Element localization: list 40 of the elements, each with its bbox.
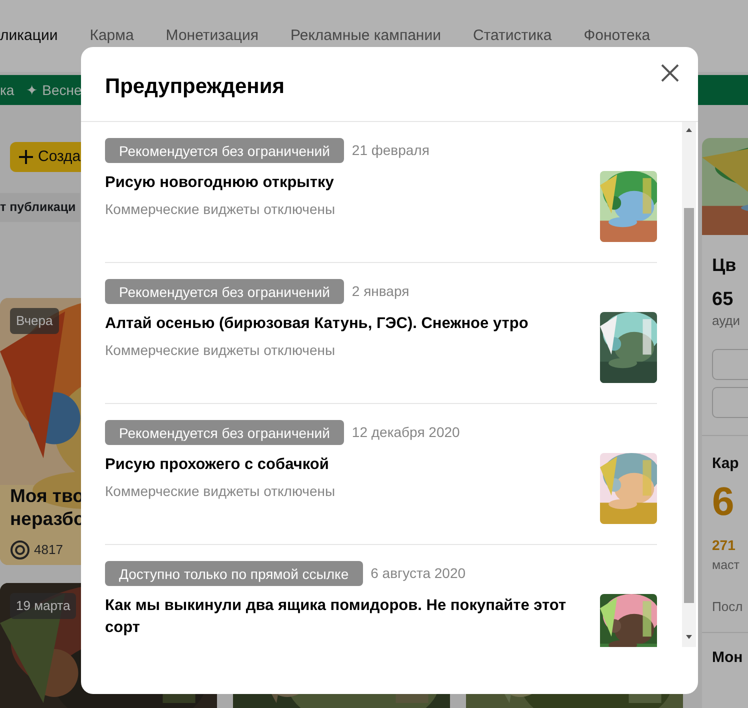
audience-count: 65	[712, 289, 734, 311]
publication-date: 21 февраля	[352, 141, 430, 160]
karma-sub-value: 271	[712, 536, 736, 555]
scrollbar[interactable]	[682, 122, 696, 647]
publication-title[interactable]: Алтай осенью (бирюзовая Катунь, ГЭС). Снежное утро	[105, 313, 584, 335]
warning-note: Коммерческие виджеты отключены	[105, 341, 336, 360]
nav-tab[interactable]: Рекламные кампании	[290, 24, 441, 48]
view-count: 4817	[34, 541, 63, 560]
status-badge: Рекомендуется без ограничений	[105, 279, 344, 304]
promo-link[interactable]: ✦ Весне	[26, 80, 82, 100]
audience-label: ауди	[712, 312, 741, 330]
publication-date: 6 августа 2020	[370, 564, 466, 583]
publication-title[interactable]: Как мы выкинули два ящика помидоров. Не покупайте этот сорт	[105, 595, 584, 639]
date-label: 19 марта	[10, 593, 76, 618]
dialog-title: Предупреждения	[105, 74, 286, 100]
status-badge: Рекомендуется без ограничений	[105, 138, 344, 163]
nav-tab[interactable]: Фонотека	[584, 24, 650, 48]
date-label: Вчера	[10, 308, 59, 334]
channel-name: Цв	[712, 254, 738, 277]
status-badge: Доступно только по прямой ссылке	[105, 561, 363, 586]
publication-title[interactable]: Рисую прохожего с собачкой	[105, 454, 584, 476]
status-badge: Рекомендуется без ограничений	[105, 420, 344, 445]
warning-note: Коммерческие виджеты отключены	[105, 200, 336, 219]
karma-label: маст	[712, 557, 740, 574]
nav-tab[interactable]: ликации	[0, 24, 58, 48]
nav-tab[interactable]: Статистика	[472, 24, 552, 48]
publication-date: 12 декабря 2020	[352, 423, 460, 442]
warning-note: Коммерческие виджеты отключены	[105, 482, 336, 501]
karma-title: Кар	[712, 454, 739, 474]
plus-icon	[18, 149, 34, 165]
nav-tab[interactable]: Карма	[90, 24, 134, 48]
monetization-title: Мон	[712, 648, 743, 668]
nav-tab[interactable]: Монетизация	[166, 24, 258, 48]
publication-title[interactable]: Рисую новогоднюю открытку	[105, 172, 584, 194]
promo-link[interactable]: ка	[0, 80, 14, 100]
karma-footer: Посл	[712, 596, 743, 616]
karma-value: 6	[712, 479, 734, 525]
ring-icon	[10, 540, 30, 560]
filter-tab[interactable]: т публикаци	[0, 193, 80, 222]
publication-date: 2 января	[352, 282, 410, 301]
